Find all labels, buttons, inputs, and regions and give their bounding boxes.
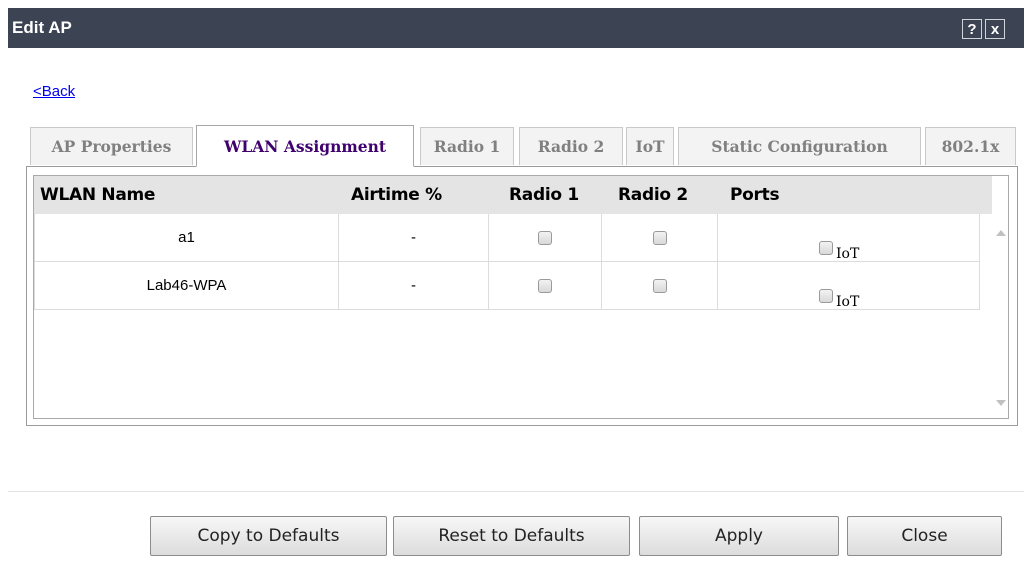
port-iot-option[interactable]: IoT — [819, 274, 859, 310]
tab-static-configuration[interactable]: Static Configuration — [678, 127, 921, 165]
copy-to-defaults-button[interactable]: Copy to Defaults — [150, 516, 387, 556]
back-link[interactable]: <Back — [33, 83, 75, 100]
ports-cell: IoT — [718, 214, 980, 262]
tab-8021x[interactable]: 802.1x — [925, 127, 1016, 165]
port-iot-option[interactable]: IoT — [819, 226, 859, 262]
ports-cell: IoT — [718, 262, 980, 310]
column-header-wlan-name[interactable]: WLAN Name — [40, 176, 155, 214]
tab-iot[interactable]: IoT — [626, 127, 674, 165]
port-iot-label: IoT — [836, 246, 860, 262]
radio-2-cell — [602, 214, 718, 262]
scroll-up-icon[interactable] — [996, 230, 1006, 236]
column-header-radio-2[interactable]: Radio 2 — [618, 176, 688, 214]
radio-1-cell — [489, 214, 602, 262]
column-header-airtime[interactable]: Airtime % — [351, 176, 442, 214]
tab-wlan-assignment[interactable]: WLAN Assignment — [196, 125, 414, 167]
wlan-name-cell: Lab46-WPA — [34, 262, 339, 310]
radio-2-cell — [602, 262, 718, 310]
scroll-down-icon[interactable] — [996, 400, 1006, 406]
radio-1-checkbox[interactable] — [538, 279, 552, 294]
port-iot-label: IoT — [836, 294, 860, 310]
dialog-title: Edit AP — [12, 18, 72, 37]
footer-divider — [8, 491, 1024, 492]
grid-header: WLAN Name Airtime % Radio 1 Radio 2 Port… — [34, 176, 992, 214]
tab-ap-properties[interactable]: AP Properties — [30, 127, 193, 165]
airtime-cell: - — [339, 262, 489, 310]
radio-1-checkbox[interactable] — [538, 231, 552, 246]
radio-1-cell — [489, 262, 602, 310]
table-row[interactable]: a1 - IoT — [34, 214, 980, 262]
column-header-radio-1[interactable]: Radio 1 — [509, 176, 579, 214]
wlan-name-cell: a1 — [34, 214, 339, 262]
radio-2-checkbox[interactable] — [652, 279, 667, 294]
tab-radio-1[interactable]: Radio 1 — [420, 127, 514, 165]
table-row[interactable]: Lab46-WPA - IoT — [34, 262, 980, 310]
reset-to-defaults-button[interactable]: Reset to Defaults — [393, 516, 630, 556]
scrollbar-corner — [992, 176, 1008, 214]
port-iot-checkbox[interactable] — [819, 289, 833, 304]
titlebar: Edit AP ? x — [8, 8, 1024, 48]
close-icon[interactable]: x — [985, 19, 1005, 39]
apply-button[interactable]: Apply — [639, 516, 839, 556]
column-header-ports[interactable]: Ports — [730, 176, 780, 214]
airtime-cell: - — [339, 214, 489, 262]
tab-panel: WLAN Name Airtime % Radio 1 Radio 2 Port… — [26, 166, 1018, 426]
help-icon[interactable]: ? — [962, 19, 982, 39]
vertical-scrollbar[interactable] — [992, 214, 1008, 418]
tab-radio-2[interactable]: Radio 2 — [519, 127, 623, 165]
wlan-grid: WLAN Name Airtime % Radio 1 Radio 2 Port… — [33, 175, 1009, 419]
port-iot-checkbox[interactable] — [819, 241, 833, 256]
radio-2-checkbox[interactable] — [652, 231, 667, 246]
close-button[interactable]: Close — [847, 516, 1002, 556]
